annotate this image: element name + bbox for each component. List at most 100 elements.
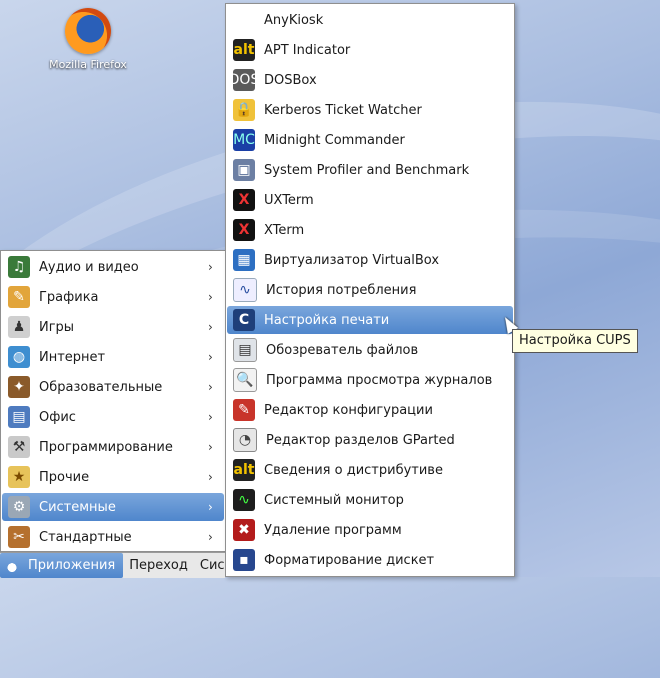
submenu-item-config-editor[interactable]: ✎ Редактор конфигурации [227, 396, 513, 424]
chevron-right-icon: › [208, 500, 213, 514]
menu-item-label: Стандартные [39, 529, 132, 545]
games-icon: ♟ [8, 316, 30, 338]
submenu-item-remove-programs[interactable]: ✖ Удаление программ [227, 516, 513, 544]
submenu-item-uxterm[interactable]: X UXTerm [227, 186, 513, 214]
system-icon: ⚙ [8, 496, 30, 518]
xterm-icon: X [233, 219, 255, 241]
applications-menu-button[interactable]: Приложения [0, 553, 124, 578]
programming-icon: ⚒ [8, 436, 30, 458]
submenu-item-dosbox[interactable]: DOS DOSBox [227, 66, 513, 94]
submenu-item-gparted[interactable]: ◔ Редактор разделов GParted [227, 426, 513, 454]
uxterm-icon: X [233, 189, 255, 211]
system-menu-button[interactable]: Сис [194, 553, 231, 578]
submenu-item-label: Удаление программ [264, 522, 402, 538]
submenu-item-label: Редактор разделов GParted [266, 432, 455, 448]
menu-item-games[interactable]: ♟ Игры › [2, 313, 224, 341]
floppy-icon: ▪ [233, 549, 255, 571]
submenu-item-label: Настройка печати [264, 312, 390, 328]
chevron-right-icon: › [208, 440, 213, 454]
chevron-right-icon: › [208, 260, 213, 274]
remove-programs-icon: ✖ [233, 519, 255, 541]
menu-item-system[interactable]: ⚙ Системные › [2, 493, 224, 521]
menu-item-graphics[interactable]: ✎ Графика › [2, 283, 224, 311]
top-panel: Приложения Переход Сис [0, 552, 225, 578]
chevron-right-icon: › [208, 410, 213, 424]
menu-item-label: Аудио и видео [39, 259, 139, 275]
menu-item-label: Офис [39, 409, 76, 425]
menu-item-office[interactable]: ▤ Офис › [2, 403, 224, 431]
accessories-icon: ✂ [8, 526, 30, 548]
submenu-item-print-settings[interactable]: C Настройка печати [227, 306, 513, 334]
submenu-item-label: Редактор конфигурации [264, 402, 433, 418]
log-viewer-icon: 🔍 [233, 368, 257, 392]
applications-label: Приложения [28, 558, 116, 573]
system-label: Сис [199, 558, 225, 573]
submenu-item-label: System Profiler and Benchmark [264, 162, 470, 178]
places-label: Переход [129, 558, 188, 573]
menu-item-audio-video[interactable]: ♫ Аудио и видео › [2, 253, 224, 281]
cups-icon: C [233, 309, 255, 331]
submenu-item-label: Обозреватель файлов [266, 342, 419, 358]
menu-item-label: Игры [39, 319, 75, 335]
submenu-item-log-viewer[interactable]: 🔍 Программа просмотра журналов [227, 366, 513, 394]
file-browser-icon: ▤ [233, 338, 257, 362]
submenu-item-system-profiler[interactable]: ▣ System Profiler and Benchmark [227, 156, 513, 184]
submenu-item-floppy-format[interactable]: ▪ Форматирование дискет [227, 546, 513, 574]
menu-item-misc[interactable]: ★ Прочие › [2, 463, 224, 491]
submenu-item-apt-indicator[interactable]: alt APT Indicator [227, 36, 513, 64]
desktop-icon-label: Mozilla Firefox [49, 58, 127, 71]
system-monitor-icon: ∿ [233, 489, 255, 511]
blank-icon [233, 9, 255, 31]
tooltip: Настройка CUPS [512, 329, 638, 353]
submenu-item-label: UXTerm [264, 192, 314, 208]
usage-history-icon: ∿ [233, 278, 257, 302]
submenu-item-label: XTerm [264, 222, 305, 238]
menu-item-accessories[interactable]: ✂ Стандартные › [2, 523, 224, 551]
submenu-item-distro-info[interactable]: alt Сведения о дистрибутиве [227, 456, 513, 484]
menu-item-education[interactable]: ✦ Образовательные › [2, 373, 224, 401]
menu-item-label: Образовательные [39, 379, 163, 395]
submenu-item-file-browser[interactable]: ▤ Обозреватель файлов [227, 336, 513, 364]
education-icon: ✦ [8, 376, 30, 398]
menu-item-internet[interactable]: ◍ Интернет › [2, 343, 224, 371]
submenu-item-label: Midnight Commander [264, 132, 405, 148]
audio-video-icon: ♫ [8, 256, 30, 278]
submenu-item-virtualbox[interactable]: ▦ Виртуализатор VirtualBox [227, 246, 513, 274]
alt-linux-icon: alt [233, 459, 255, 481]
submenu-item-anykiosk[interactable]: AnyKiosk [227, 6, 513, 34]
menu-item-label: Графика [39, 289, 99, 305]
places-menu-button[interactable]: Переход [123, 553, 194, 578]
menu-item-programming[interactable]: ⚒ Программирование › [2, 433, 224, 461]
submenu-item-xterm[interactable]: X XTerm [227, 216, 513, 244]
submenu-item-label: Сведения о дистрибутиве [264, 462, 443, 478]
menu-item-label: Программирование [39, 439, 173, 455]
chevron-right-icon: › [208, 470, 213, 484]
chevron-right-icon: › [208, 350, 213, 364]
submenu-item-usage-history[interactable]: ∿ История потребления [227, 276, 513, 304]
internet-icon: ◍ [8, 346, 30, 368]
submenu-item-kerberos[interactable]: 🔒 Kerberos Ticket Watcher [227, 96, 513, 124]
chevron-right-icon: › [208, 530, 213, 544]
system-profiler-icon: ▣ [233, 159, 255, 181]
system-submenu: AnyKiosk alt APT Indicator DOS DOSBox 🔒 … [225, 3, 515, 577]
chevron-right-icon: › [208, 320, 213, 334]
submenu-item-system-monitor[interactable]: ∿ Системный монитор [227, 486, 513, 514]
submenu-item-midnight-commander[interactable]: MC Midnight Commander [227, 126, 513, 154]
firefox-icon [65, 8, 111, 54]
lock-icon: 🔒 [233, 99, 255, 121]
submenu-item-label: История потребления [266, 282, 417, 298]
alt-linux-icon: alt [233, 39, 255, 61]
chevron-right-icon: › [208, 380, 213, 394]
submenu-item-label: APT Indicator [264, 42, 351, 58]
submenu-item-label: DOSBox [264, 72, 317, 88]
virtualbox-icon: ▦ [233, 249, 255, 271]
submenu-item-label: Системный монитор [264, 492, 404, 508]
chevron-right-icon: › [208, 290, 213, 304]
config-editor-icon: ✎ [233, 399, 255, 421]
menu-item-label: Системные [39, 499, 116, 515]
office-icon: ▤ [8, 406, 30, 428]
desktop-icon-firefox[interactable]: Mozilla Firefox [44, 8, 132, 71]
submenu-item-label: AnyKiosk [264, 12, 324, 28]
gparted-icon: ◔ [233, 428, 257, 452]
graphics-icon: ✎ [8, 286, 30, 308]
